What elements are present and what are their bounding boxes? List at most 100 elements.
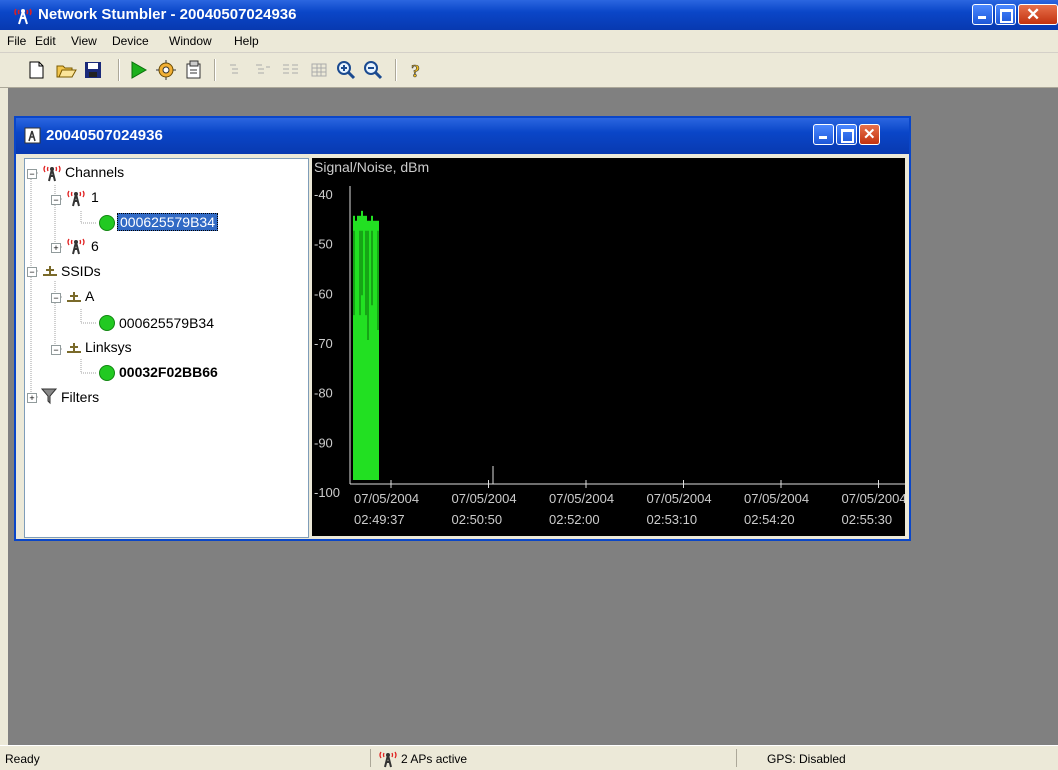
- menu-window[interactable]: Window: [169, 34, 212, 48]
- status-divider: [736, 749, 737, 767]
- child-close-button[interactable]: ✕: [859, 124, 880, 145]
- toolbar-separator: [214, 59, 216, 81]
- signal-bar: [357, 215, 359, 481]
- toolbar-separator: [395, 59, 397, 81]
- y-tick-label: -70: [314, 336, 333, 351]
- menu-device[interactable]: Device: [112, 34, 149, 48]
- signal-bar: [355, 220, 357, 480]
- main-title-bar[interactable]: Network Stumbler - 20040507024936 ✕: [0, 0, 1058, 30]
- tree-ssids[interactable]: SSIDs: [61, 263, 101, 279]
- status-aps-active: 2 APs active: [401, 752, 468, 766]
- app-title: Network Stumbler - 20040507024936: [38, 6, 297, 23]
- expand-channel-6-toggle[interactable]: +: [51, 243, 61, 253]
- tree-filters[interactable]: Filters: [61, 389, 99, 405]
- signal-bar: [363, 215, 365, 481]
- tree-ap-selected[interactable]: 000625579B34: [117, 213, 218, 231]
- y-tick-label: -90: [314, 435, 333, 450]
- help-icon[interactable]: ?: [405, 59, 427, 81]
- signal-bar: [373, 220, 375, 480]
- document-title: 20040507024936: [46, 127, 163, 144]
- play-icon[interactable]: [127, 59, 149, 81]
- x-tick-time: 02:53:10: [647, 512, 698, 527]
- antenna-icon: [14, 8, 32, 25]
- chart-title: Signal/Noise, dBm: [314, 159, 429, 175]
- grid-icon[interactable]: [308, 59, 330, 81]
- menu-help[interactable]: Help: [234, 34, 259, 48]
- ap-status-icon: [99, 365, 115, 381]
- tree-channel-6[interactable]: 6: [91, 238, 99, 254]
- status-gps: GPS: Disabled: [767, 752, 846, 766]
- close-icon: ✕: [863, 126, 876, 143]
- x-tick-time: 02:49:37: [354, 512, 405, 527]
- document-window: 20040507024936 ✕ − Channels − 1 00062557…: [14, 116, 911, 541]
- collapse-ssid-a-toggle[interactable]: −: [51, 293, 61, 303]
- maximize-icon: [841, 129, 854, 143]
- status-divider: [370, 749, 371, 767]
- menu-file[interactable]: File: [7, 34, 26, 48]
- menu-view[interactable]: View: [71, 34, 97, 48]
- tree-view[interactable]: − Channels − 1 000625579B34 + 6 − SSIDs …: [24, 158, 309, 538]
- collapse-ssid-linksys-toggle[interactable]: −: [51, 345, 61, 355]
- x-tick-date: 07/05/2004: [842, 491, 906, 506]
- toolbar: ?: [0, 53, 1058, 88]
- minimize-icon: [978, 16, 986, 19]
- toolbar-separator: [118, 59, 120, 81]
- tree-channel-1[interactable]: 1: [91, 189, 99, 205]
- tree-ap-linksys[interactable]: 00032F02BB66: [119, 364, 218, 380]
- zoom-in-icon[interactable]: [335, 59, 357, 81]
- document-icon: [24, 127, 41, 144]
- minimize-button[interactable]: [972, 4, 993, 25]
- x-tick-time: 02:55:30: [842, 512, 893, 527]
- ssid-icon: [67, 292, 81, 302]
- ssid-icon: [67, 343, 81, 353]
- signal-bar: [369, 220, 371, 480]
- y-tick-label: -80: [314, 386, 333, 401]
- properties-icon[interactable]: [183, 59, 205, 81]
- child-maximize-button[interactable]: [836, 124, 857, 145]
- save-icon[interactable]: [82, 59, 104, 81]
- svg-text:?: ?: [411, 61, 420, 81]
- child-minimize-button[interactable]: [813, 124, 834, 145]
- menu-bar: File Edit View Device Window Help: [0, 30, 1058, 53]
- open-icon[interactable]: [55, 59, 77, 81]
- close-icon: ✕: [1026, 5, 1041, 24]
- x-tick-date: 07/05/2004: [452, 491, 517, 506]
- tree-ssid-linksys[interactable]: Linksys: [85, 339, 132, 355]
- antenna-icon: [67, 190, 85, 207]
- y-tick-label: -40: [314, 187, 333, 202]
- filter-icon: [41, 388, 57, 405]
- status-bar: Ready 2 APs active GPS: Disabled: [0, 745, 1058, 770]
- x-tick-date: 07/05/2004: [549, 491, 614, 506]
- antenna-icon: [67, 238, 85, 255]
- y-tick-label: -60: [314, 286, 333, 301]
- tree-ap-a[interactable]: 000625579B34: [119, 315, 214, 331]
- detail-view-icon[interactable]: [280, 59, 302, 81]
- new-icon[interactable]: [25, 59, 47, 81]
- y-tick-label: -50: [314, 237, 333, 252]
- maximize-button[interactable]: [995, 4, 1016, 25]
- left-border: [0, 88, 8, 745]
- scan-icon[interactable]: [155, 59, 177, 81]
- collapse-channel-1-toggle[interactable]: −: [51, 195, 61, 205]
- tree-view-icon[interactable]: [252, 59, 274, 81]
- document-title-bar[interactable]: 20040507024936 ✕: [16, 118, 909, 154]
- x-tick-time: 02:50:50: [452, 512, 503, 527]
- x-tick-time: 02:54:20: [744, 512, 795, 527]
- menu-edit[interactable]: Edit: [35, 34, 56, 48]
- list-view-icon[interactable]: [225, 59, 247, 81]
- close-button[interactable]: ✕: [1018, 4, 1058, 25]
- antenna-icon: [43, 165, 61, 182]
- ap-status-icon: [99, 215, 115, 231]
- expand-filters-toggle[interactable]: +: [27, 393, 37, 403]
- collapse-channels-toggle[interactable]: −: [27, 169, 37, 179]
- signal-bar: [375, 220, 377, 480]
- maximize-icon: [1000, 9, 1013, 23]
- status-ready: Ready: [5, 752, 40, 766]
- tree-channels[interactable]: Channels: [65, 164, 124, 180]
- collapse-ssids-toggle[interactable]: −: [27, 267, 37, 277]
- zoom-out-icon[interactable]: [362, 59, 384, 81]
- ssid-icon: [43, 266, 57, 276]
- tree-ssid-a[interactable]: A: [85, 288, 94, 304]
- signal-noise-chart: Signal/Noise, dBm -40 -50 -60 -70 -80 -90 -100…: [312, 158, 905, 536]
- ap-status-icon: [99, 315, 115, 331]
